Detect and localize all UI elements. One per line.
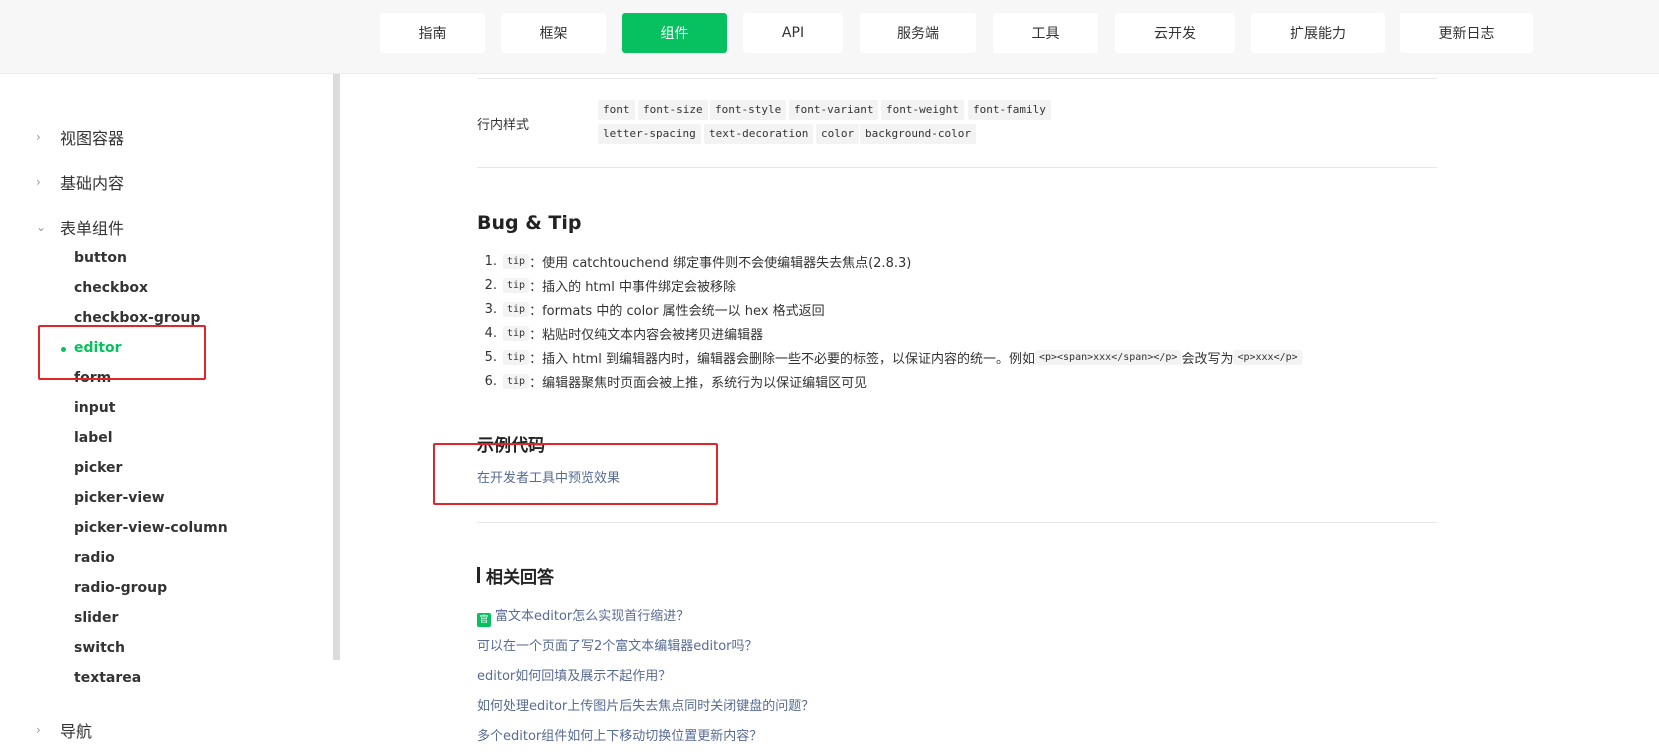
tip-text: ：插入的 html 中事件绑定会被移除: [529, 279, 736, 295]
style-chip: font: [598, 100, 635, 120]
tip-text: ：formats 中的 color 属性会统一以 hex 格式返回: [529, 303, 825, 319]
sidebar-item-checkbox[interactable]: checkbox: [74, 280, 148, 296]
style-chip: text-decoration: [704, 124, 814, 144]
chevron-right-icon: ›: [36, 723, 41, 737]
sidebar-item-switch[interactable]: switch: [74, 640, 125, 656]
style-chip: letter-spacing: [598, 124, 701, 144]
bug-tip-heading: Bug & Tip: [477, 212, 582, 234]
style-chip: background-color: [860, 124, 976, 144]
nav-tools[interactable]: 工具: [993, 13, 1098, 53]
style-chip: font-variant: [789, 100, 879, 120]
category-label: 视图容器: [60, 129, 125, 148]
nav-extensions[interactable]: 扩展能力: [1251, 13, 1385, 53]
sidebar-item-picker-view-column[interactable]: picker-view-column: [74, 520, 228, 536]
tip-text: ：插入 html 到编辑器内时，编辑器会删除一些不必要的标签，以保证内容的统一。…: [529, 351, 1035, 367]
heading-bar: [477, 567, 480, 583]
category-label: 基础内容: [60, 174, 125, 193]
nav-cloud[interactable]: 云开发: [1115, 13, 1235, 53]
related-link[interactable]: 如何处理editor上传图片后失去焦点同时关闭键盘的问题？: [477, 695, 814, 714]
tip-text: 会改写为: [1181, 351, 1234, 367]
tip-text: ：编辑器聚焦时页面会被上推，系统行为以保证编辑区可见: [529, 375, 868, 391]
style-chip: font-weight: [881, 100, 964, 120]
category-label: 表单组件: [60, 219, 125, 238]
sidebar-item-radio-group[interactable]: radio-group: [74, 580, 167, 596]
table-divider: [477, 167, 1437, 168]
related-link[interactable]: 官富文本editor怎么实现首行缩进？: [477, 605, 689, 627]
chevron-down-icon: ⌄: [36, 220, 47, 234]
style-chip: color: [816, 124, 860, 144]
sidebar-item-checkbox-group[interactable]: checkbox-group: [74, 310, 200, 326]
nav-framework[interactable]: 框架: [501, 13, 606, 53]
related-link[interactable]: editor如何回填及展示不起作用？: [477, 665, 671, 684]
tip-tag: tip: [503, 349, 530, 365]
tip-tag: tip: [503, 373, 530, 389]
list-item: 3. tip ：formats 中的 color 属性会统一以 hex 格式返回: [484, 301, 825, 319]
chevron-right-icon: ›: [36, 175, 41, 189]
sidebar-item-textarea[interactable]: textarea: [74, 670, 141, 686]
related-link[interactable]: 多个editor组件如何上下移动切换位置更新内容？: [477, 725, 762, 744]
tip-tag: tip: [503, 325, 530, 341]
list-item: 4. tip ：粘贴时仅纯文本内容会被拷贝进编辑器: [484, 325, 764, 343]
tip-tag: tip: [503, 301, 530, 317]
official-badge-icon: 官: [477, 613, 491, 627]
sidebar-item-button[interactable]: button: [74, 250, 127, 266]
tip-text: ：粘贴时仅纯文本内容会被拷贝进编辑器: [529, 327, 764, 343]
sidebar-category-basic-content[interactable]: › 基础内容: [36, 170, 124, 194]
style-chip: font-style: [710, 100, 787, 120]
related-link[interactable]: 可以在一个页面了写2个富文本编辑器editor吗？: [477, 635, 758, 654]
list-item: 6. tip ：编辑器聚焦时页面会被上推，系统行为以保证编辑区可见: [484, 373, 868, 391]
sidebar-scrollbar[interactable]: [333, 74, 340, 660]
table-divider: [477, 78, 1437, 79]
nav-changelog[interactable]: 更新日志: [1400, 13, 1533, 53]
sidebar-category-view-container[interactable]: › 视图容器: [36, 125, 124, 149]
sidebar-category-form[interactable]: ⌄ 表单组件: [36, 215, 124, 239]
list-item: 5. tip ：插入 html 到编辑器内时，编辑器会删除一些不必要的标签，以保…: [477, 346, 1302, 368]
code-snippet: <p>xxx</p>: [1233, 349, 1302, 365]
sidebar-item-picker[interactable]: picker: [74, 460, 122, 476]
tip-tag: tip: [503, 253, 530, 269]
list-item: 2. tip ：插入的 html 中事件绑定会被移除: [484, 277, 736, 295]
styles-row-label: 行内样式: [477, 118, 530, 133]
sidebar-category-navigation[interactable]: › 导航: [36, 718, 92, 742]
tip-text: ：使用 catchtouchend 绑定事件则不会使编辑器失去焦点(2.8.3): [529, 255, 912, 271]
nav-guide[interactable]: 指南: [380, 13, 485, 53]
sidebar-item-picker-view[interactable]: picker-view: [74, 490, 165, 506]
highlight-box: [433, 443, 718, 505]
highlight-box: [38, 325, 206, 380]
style-chip: font-family: [968, 100, 1051, 120]
chevron-right-icon: ›: [36, 130, 41, 144]
sidebar-item-label[interactable]: label: [74, 430, 113, 446]
tip-tag: tip: [503, 277, 530, 293]
list-item: 1. tip ：使用 catchtouchend 绑定事件则不会使编辑器失去焦点…: [484, 253, 912, 271]
top-nav: 指南 框架 组件 API 服务端 工具 云开发 扩展能力 更新日志: [0, 0, 1659, 74]
sidebar-item-slider[interactable]: slider: [74, 610, 118, 626]
nav-components[interactable]: 组件: [622, 13, 727, 53]
nav-api[interactable]: API: [743, 13, 843, 53]
code-snippet: <p><span>xxx</span></p>: [1034, 349, 1182, 365]
nav-server[interactable]: 服务端: [860, 13, 976, 53]
style-chip: font-size: [638, 100, 708, 120]
sidebar-item-input[interactable]: input: [74, 400, 115, 416]
sidebar-item-radio[interactable]: radio: [74, 550, 115, 566]
category-label: 导航: [60, 722, 93, 741]
related-heading: 相关回答: [486, 568, 554, 588]
section-divider: [477, 522, 1437, 523]
